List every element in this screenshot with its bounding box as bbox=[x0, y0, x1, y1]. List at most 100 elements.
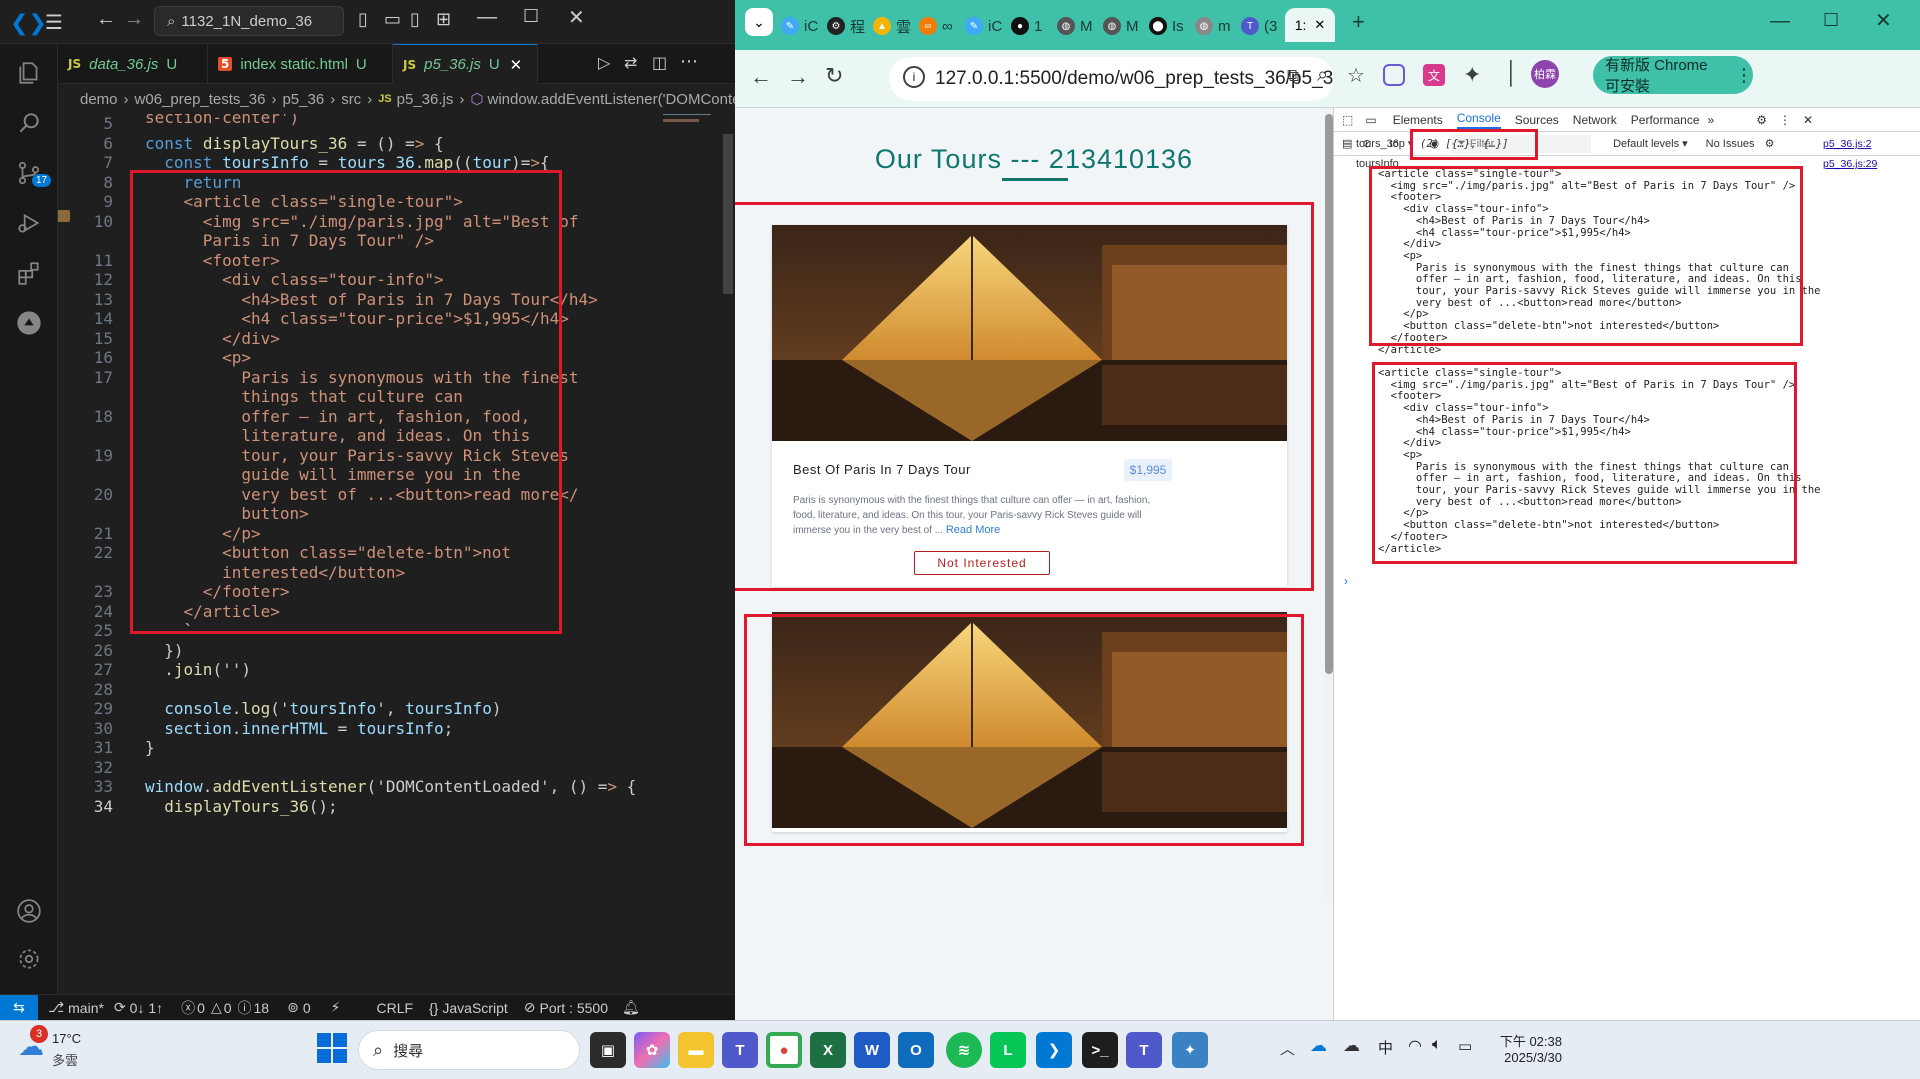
run-debug-icon[interactable] bbox=[12, 206, 46, 240]
devtools-tab-performance[interactable]: Performance bbox=[1631, 113, 1700, 127]
log-levels-select[interactable]: Default levels bbox=[1613, 138, 1679, 150]
chrome-tab[interactable]: ✎ iC bbox=[965, 10, 1002, 42]
settings-gear-icon[interactable]: ⚙ bbox=[1765, 137, 1775, 150]
teams-icon[interactable]: T bbox=[722, 1032, 758, 1068]
console-log-value[interactable]: (2) [{…}, {…}] bbox=[1420, 138, 1509, 150]
volume-icon[interactable]: 🔈︎ bbox=[1432, 1036, 1442, 1054]
sidebar-toggle-icon[interactable]: ▤ bbox=[1342, 137, 1352, 150]
devtools-tab-console[interactable]: Console bbox=[1456, 111, 1501, 129]
line-icon[interactable]: L bbox=[990, 1032, 1026, 1068]
live-server-port[interactable]: Port : 5500 bbox=[539, 1000, 608, 1016]
source-control-icon[interactable]: 17 bbox=[12, 156, 52, 190]
python-app-icon[interactable]: ✦ bbox=[1172, 1032, 1208, 1068]
extensions-puzzle-icon[interactable]: ✦ bbox=[1463, 62, 1481, 88]
chrome-tab[interactable]: ⚙ 程 bbox=[827, 10, 865, 42]
onedrive-icon[interactable]: ☁ bbox=[1310, 1036, 1327, 1056]
run-file-icon[interactable]: ▷ bbox=[598, 53, 610, 73]
close-icon[interactable]: ✕ bbox=[568, 5, 585, 30]
chrome-tab[interactable]: ◍ M bbox=[1103, 10, 1139, 42]
clock-time[interactable]: 下午 02:38 bbox=[1490, 1031, 1562, 1050]
eol-status[interactable]: CRLF bbox=[376, 1000, 413, 1016]
devtools-tab-elements[interactable]: Elements bbox=[1393, 113, 1443, 127]
compare-icon[interactable]: ⇄ bbox=[624, 53, 637, 73]
terminal-icon[interactable]: >_ bbox=[1082, 1032, 1118, 1068]
maximize-icon[interactable]: ☐ bbox=[523, 6, 539, 27]
update-chrome-button[interactable]: 有新版 Chrome 可安裝 ⋮ bbox=[1593, 56, 1753, 95]
explorer-icon[interactable] bbox=[12, 56, 46, 90]
taskbar-search[interactable]: ⌕ 搜尋 bbox=[358, 1030, 580, 1070]
minimize-icon[interactable]: — bbox=[1770, 10, 1790, 33]
page-scrollbar-thumb[interactable] bbox=[1325, 114, 1333, 674]
chrome-tab[interactable]: T (3 bbox=[1241, 10, 1277, 42]
tab-index-static-html[interactable]: 5 index static.html U bbox=[208, 44, 393, 84]
chrome-tab[interactable]: ● 1 bbox=[1011, 10, 1042, 42]
code-editor[interactable]: section-center') 5 6 const displayTours_36… bbox=[58, 114, 735, 994]
console-source-link[interactable]: p5_36.js:2 bbox=[1823, 138, 1871, 150]
weather-text[interactable]: 多雲 bbox=[52, 1050, 78, 1069]
chrome-tab[interactable]: ◍ M bbox=[1057, 10, 1093, 42]
toggle-sidebar-icon[interactable]: ▯ bbox=[358, 9, 368, 30]
info-count[interactable]: 18 bbox=[254, 1000, 270, 1016]
settings-gear-icon[interactable] bbox=[12, 942, 46, 976]
chrome-tab[interactable]: ⬤ Is bbox=[1149, 10, 1184, 42]
breadcrumb-item[interactable]: demo bbox=[80, 91, 118, 108]
close-devtools-icon[interactable]: ✕ bbox=[1803, 113, 1813, 127]
vscode-icon[interactable]: ❯ bbox=[1036, 1032, 1072, 1068]
branch-name[interactable]: main* bbox=[68, 1000, 104, 1016]
toggle-secondary-sidebar-icon[interactable]: ▯ bbox=[410, 9, 420, 30]
breadcrumb-item[interactable]: p5_36.js bbox=[397, 91, 454, 108]
devtools-tab-network[interactable]: Network bbox=[1573, 113, 1617, 127]
not-interested-button[interactable]: Not Interested bbox=[914, 551, 1050, 575]
language-mode[interactable]: JavaScript bbox=[442, 1000, 507, 1016]
chrome-tab[interactable]: ▲ 雲 bbox=[873, 10, 911, 42]
translate-icon[interactable]: ⧉ bbox=[1287, 66, 1299, 86]
remote-icon[interactable]: ⇆ bbox=[0, 994, 38, 1020]
search-icon[interactable] bbox=[12, 106, 46, 140]
chrome-tab[interactable]: ◍ m bbox=[1195, 10, 1231, 42]
wifi-icon[interactable]: ◠ bbox=[1408, 1036, 1422, 1056]
device-toggle-icon[interactable]: ▭ bbox=[1365, 113, 1376, 127]
file-explorer-icon[interactable]: ▬ bbox=[678, 1032, 714, 1068]
tab-p5-36-js[interactable]: JS p5_36.js U ✕ bbox=[393, 44, 538, 84]
issues-counter[interactable]: No Issues bbox=[1706, 138, 1755, 150]
notifications-icon[interactable]: 🔔︎ bbox=[622, 999, 640, 1016]
battery-icon[interactable]: ▭ bbox=[1458, 1037, 1472, 1055]
breadcrumb-item[interactable]: w06_prep_tests_36 bbox=[135, 91, 266, 108]
extension-lens-icon[interactable] bbox=[1383, 64, 1405, 86]
extension-translate-icon[interactable]: 文 bbox=[1423, 64, 1445, 86]
tab-search-icon[interactable]: ⌄ bbox=[745, 8, 773, 36]
minimap[interactable] bbox=[663, 114, 723, 154]
command-center-search[interactable]: ⌕ 1132_1N_demo_36 bbox=[154, 6, 344, 36]
more-tabs-icon[interactable]: » bbox=[1708, 113, 1715, 127]
minimize-icon[interactable]: — bbox=[477, 6, 497, 29]
word-icon[interactable]: W bbox=[854, 1032, 890, 1068]
live-share-icon[interactable] bbox=[12, 306, 46, 340]
customize-layout-icon[interactable]: ⊞ bbox=[436, 9, 451, 30]
sync-status[interactable]: 0↓ 1↑ bbox=[130, 1000, 163, 1016]
toggle-panel-icon[interactable]: ▭ bbox=[384, 9, 401, 30]
more-menu-icon[interactable]: ⋮ bbox=[1735, 65, 1753, 86]
active-chrome-tab[interactable]: 1: ✕ bbox=[1285, 8, 1335, 42]
error-count[interactable]: 0 bbox=[197, 1000, 205, 1016]
chrome-tab[interactable]: ✎ iC bbox=[781, 10, 818, 42]
warning-count[interactable]: 0 bbox=[224, 1000, 232, 1016]
breadcrumb-item[interactable]: p5_36 bbox=[282, 91, 324, 108]
console-prompt-icon[interactable]: › bbox=[1344, 574, 1348, 588]
breadcrumb-item[interactable]: src bbox=[341, 91, 361, 108]
tab-data-36-js[interactable]: JS data_36.js U bbox=[58, 44, 208, 84]
tab-close-icon[interactable]: ✕ bbox=[1314, 17, 1325, 33]
clock-date[interactable]: 2025/3/30 bbox=[1490, 1050, 1562, 1065]
zoom-icon[interactable]: ⌕ bbox=[1317, 64, 1328, 87]
devtools-tab-sources[interactable]: Sources bbox=[1515, 113, 1559, 127]
forward-arrow-icon[interactable]: → bbox=[124, 8, 144, 31]
task-view-icon[interactable]: ▣ bbox=[590, 1032, 626, 1068]
spotify-icon[interactable]: ≋ bbox=[946, 1032, 982, 1068]
chrome-tab[interactable]: ∞ ∞ bbox=[919, 10, 953, 42]
cloud-sync-icon[interactable]: ☁ bbox=[1343, 1036, 1360, 1056]
close-icon[interactable]: ✕ bbox=[1875, 8, 1892, 33]
tray-chevron-icon[interactable]: ︿ bbox=[1280, 1038, 1295, 1059]
site-info-icon[interactable]: i bbox=[903, 66, 925, 88]
maximize-icon[interactable]: ☐ bbox=[1823, 10, 1839, 31]
menu-icon[interactable]: ☰ bbox=[45, 10, 63, 35]
teams-icon[interactable]: T bbox=[1126, 1032, 1162, 1068]
